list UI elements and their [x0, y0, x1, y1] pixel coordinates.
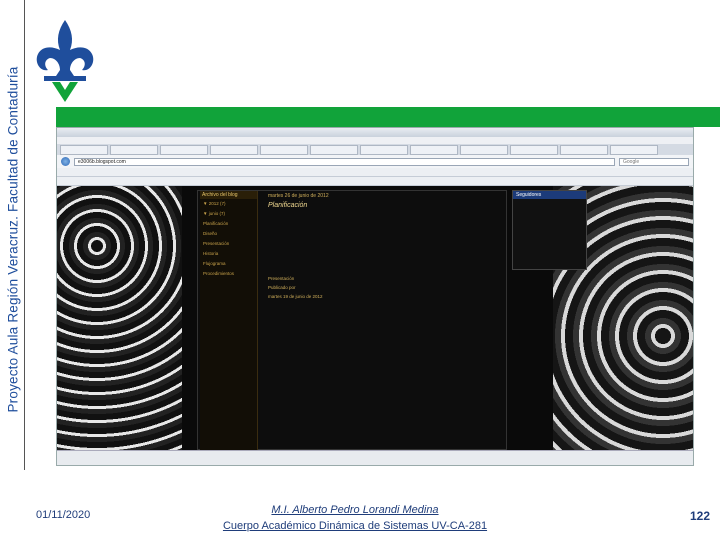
- back-button-icon[interactable]: [61, 157, 70, 166]
- browser-tab[interactable]: [610, 145, 658, 155]
- browser-tab[interactable]: [360, 145, 408, 155]
- browser-tab[interactable]: [310, 145, 358, 155]
- fleur-de-lis-logo-icon: [36, 20, 94, 102]
- browser-tab[interactable]: [210, 145, 258, 155]
- archive-item[interactable]: Flujograma: [200, 259, 257, 269]
- browser-statusbar: [57, 450, 693, 465]
- archive-item[interactable]: Planificación: [200, 219, 257, 229]
- browser-navbar: e3006b.blogspot.com Google: [57, 155, 693, 168]
- vertical-banner: Proyecto Aula Región Veracruz. Facultad …: [2, 4, 24, 474]
- browser-menubar: [57, 137, 693, 144]
- footer-author: M.I. Alberto Pedro Lorandi Medina: [271, 504, 439, 516]
- browser-tab[interactable]: [460, 145, 508, 155]
- followers-widget: Seguidores: [512, 190, 587, 270]
- browser-tab[interactable]: [160, 145, 208, 155]
- browser-tab[interactable]: [110, 145, 158, 155]
- archive-item[interactable]: ▼ 2012 (7): [200, 199, 257, 209]
- browser-tab[interactable]: [260, 145, 308, 155]
- browser-tab[interactable]: [560, 145, 608, 155]
- post-date-2: martes 19 de junio de 2012: [268, 294, 323, 299]
- post-body: [268, 212, 500, 272]
- browser-tab[interactable]: [510, 145, 558, 155]
- archive-title: Archivo del blog: [200, 191, 257, 199]
- bookmarks-bar: [57, 168, 693, 177]
- browser-tab[interactable]: [410, 145, 458, 155]
- page-number: 122: [689, 509, 710, 523]
- archive-item[interactable]: Procedimientos: [200, 269, 257, 279]
- vertical-banner-title: Proyecto Aula Región Veracruz. Facultad …: [5, 65, 21, 413]
- search-box[interactable]: Google: [619, 157, 689, 166]
- archive-item[interactable]: Diseño: [200, 229, 257, 239]
- post-footer: Publicado por: [268, 285, 296, 290]
- post-date: martes 26 de junio de 2012: [268, 193, 329, 199]
- browser-tabs: [57, 144, 693, 155]
- address-bar[interactable]: e3006b.blogspot.com: [74, 157, 615, 166]
- blog-archive: Archivo del blog ▼ 2012 (7) ▼ junio (7) …: [200, 191, 258, 450]
- follow-button[interactable]: [513, 199, 586, 203]
- footer-group: Cuerpo Académico Dinámica de Sistemas UV…: [222, 520, 488, 532]
- browser-titlebar: [57, 128, 693, 137]
- browser-tab[interactable]: [60, 145, 108, 155]
- blog-post: martes 26 de junio de 2012 Planificación…: [264, 191, 504, 450]
- toolbar-bar: [57, 177, 693, 186]
- archive-item[interactable]: ▼ junio (7): [200, 209, 257, 219]
- decorative-background-left: [57, 186, 182, 450]
- footer-credits: M.I. Alberto Pedro Lorandi Medina Cuerpo…: [190, 502, 520, 534]
- post-subtitle: Presentación: [268, 276, 295, 281]
- followers-title: Seguidores: [513, 191, 586, 199]
- accent-bar: [56, 107, 720, 127]
- blog-page: Archivo del blog ▼ 2012 (7) ▼ junio (7) …: [57, 186, 693, 450]
- archive-item[interactable]: Historia: [200, 249, 257, 259]
- post-title[interactable]: Planificación: [268, 202, 500, 209]
- footer-date: 01/11/2020: [36, 509, 91, 521]
- archive-item[interactable]: Presentación: [200, 239, 257, 249]
- blog-container: Archivo del blog ▼ 2012 (7) ▼ junio (7) …: [197, 190, 507, 450]
- browser-screenshot: e3006b.blogspot.com Google Archivo del b…: [56, 127, 694, 466]
- banner-divider: [24, 0, 25, 470]
